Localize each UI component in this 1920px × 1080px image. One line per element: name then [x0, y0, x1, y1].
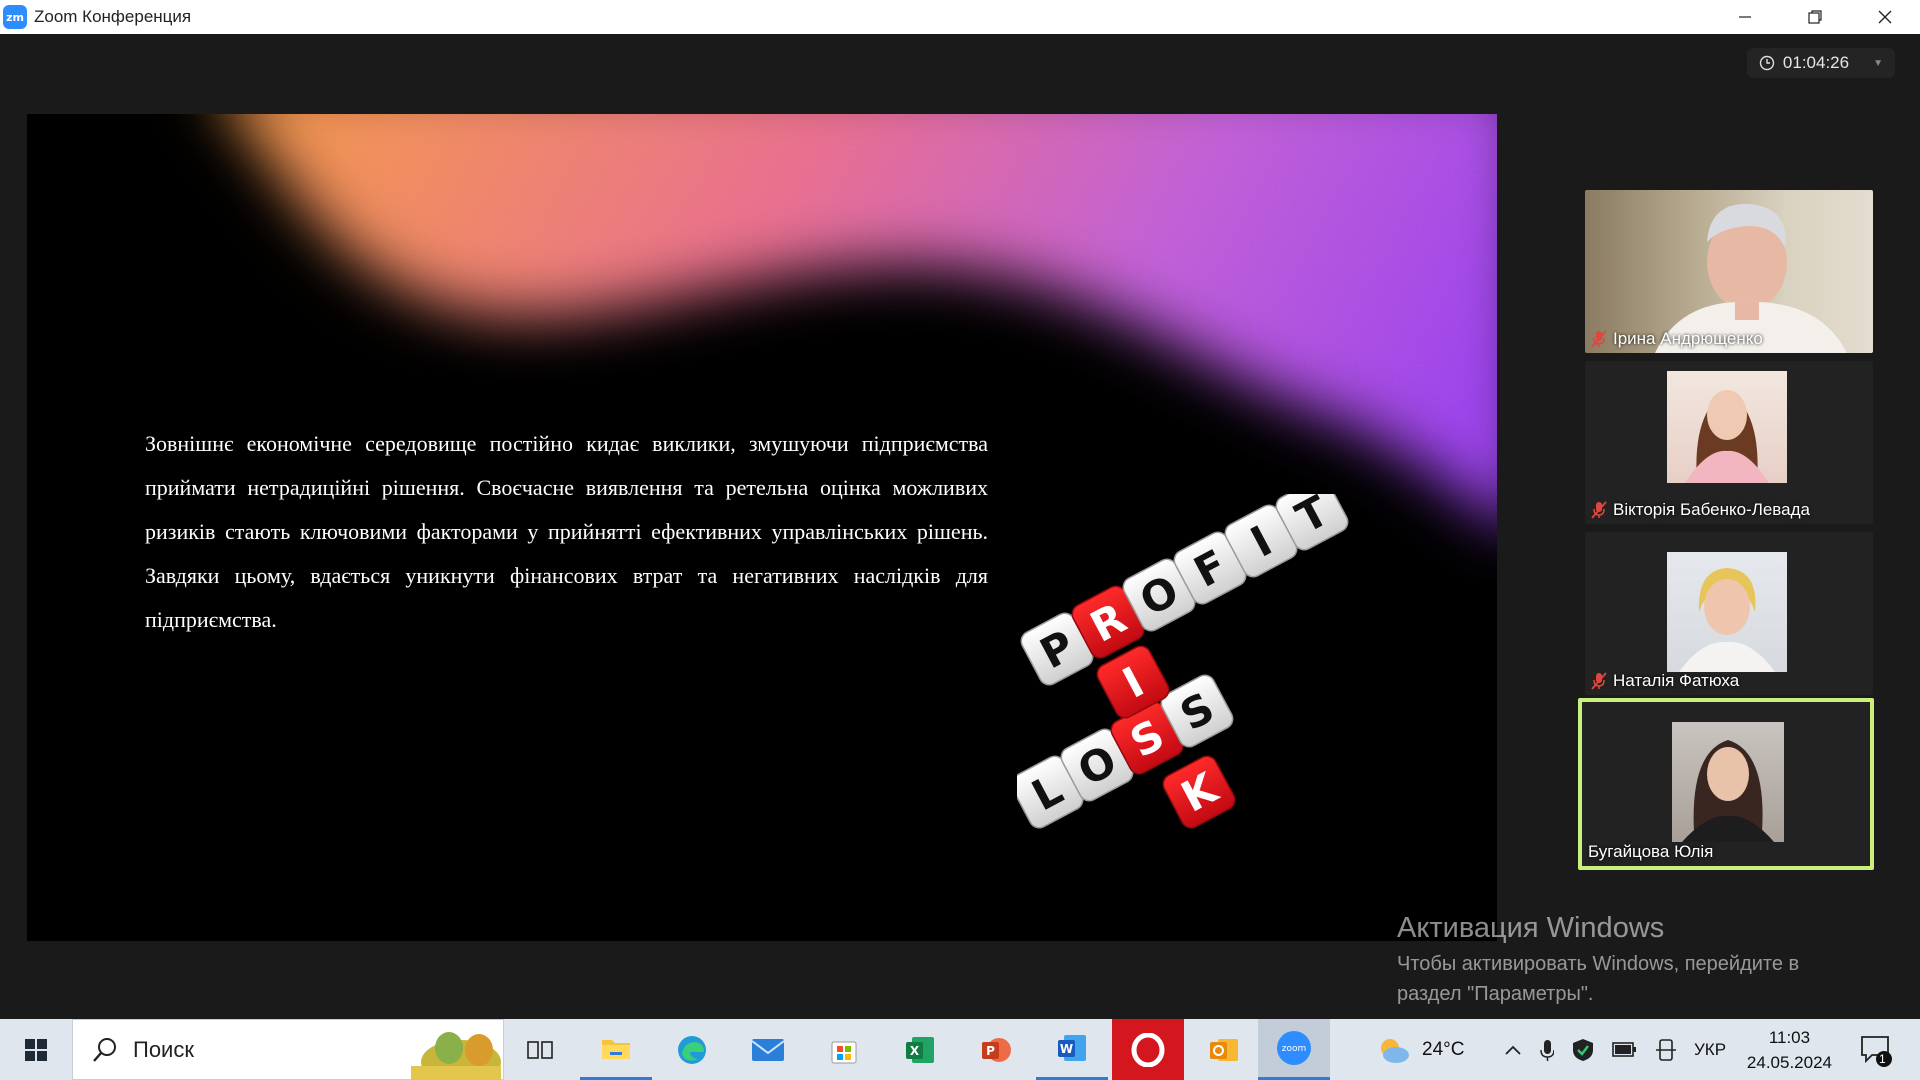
taskbar-clock[interactable]: 11:03 24.05.2024 [1747, 1025, 1832, 1075]
chevron-up-icon[interactable] [1504, 1043, 1522, 1057]
outlook-button[interactable] [1188, 1019, 1260, 1080]
muted-mic-icon [1591, 672, 1607, 690]
task-view-button[interactable] [504, 1019, 576, 1080]
search-highlight-illustration [411, 1032, 501, 1080]
clock-time: 11:03 [1768, 1028, 1811, 1047]
windows-logo-icon [25, 1038, 47, 1061]
windows-taskbar: Поиск X P W zoom 24°C УКР 11:03 24.05.20… [0, 1019, 1920, 1080]
weather-widget[interactable]: 24°C [1374, 1019, 1464, 1080]
notification-count: 1 [1879, 1052, 1886, 1066]
powerpoint-button[interactable]: P [960, 1019, 1032, 1080]
search-icon [93, 1037, 116, 1062]
mail-button[interactable] [732, 1019, 804, 1080]
slide-body-text: Зовнішнє економічне середовище постійно … [145, 431, 988, 632]
window-title: Zoom Конференция [34, 7, 192, 26]
profit-risk-loss-dice-image: P RO F I TL OS SIK [1017, 494, 1349, 829]
close-icon [1878, 10, 1892, 24]
svg-text:W: W [1060, 1042, 1073, 1056]
store-icon [831, 1041, 857, 1063]
opera-icon [1131, 1032, 1165, 1067]
weather-partly-cloudy-icon [1381, 1038, 1409, 1063]
clock-icon [1759, 55, 1775, 71]
minimize-button[interactable] [1710, 0, 1780, 34]
notification-center-button[interactable]: 1 [1858, 1019, 1892, 1080]
folder-icon [602, 1040, 630, 1059]
clock-date: 24.05.2024 [1746, 1053, 1832, 1072]
store-button[interactable] [808, 1019, 880, 1080]
word-icon: W [1058, 1035, 1086, 1061]
taskbar-search-box[interactable]: Поиск [72, 1019, 504, 1080]
excel-button[interactable]: X [884, 1019, 956, 1080]
battery-icon[interactable] [1612, 1040, 1638, 1060]
participant-name: Бугайцова Юлія [1588, 842, 1714, 861]
muted-mic-icon [1591, 501, 1607, 519]
restore-icon [1808, 10, 1822, 24]
edge-button[interactable] [656, 1019, 728, 1080]
participant-photo [1685, 390, 1769, 483]
outlook-icon [1210, 1038, 1238, 1061]
restore-button[interactable] [1780, 0, 1850, 34]
participant-avatar [1667, 371, 1787, 483]
elapsed-time: 01:04:26 [1782, 53, 1850, 72]
shared-screen-slide: Зовнішнє економічне середовище постійно … [27, 114, 1497, 941]
participant-photo [1682, 740, 1774, 842]
edge-icon [678, 1035, 706, 1064]
input-language[interactable]: УКР [1694, 1040, 1726, 1060]
security-shield-icon[interactable] [1572, 1038, 1594, 1062]
svg-text:zoom: zoom [1282, 1044, 1307, 1054]
weather-temperature: 24°C [1422, 1038, 1465, 1060]
start-button[interactable] [0, 1019, 72, 1080]
powerpoint-icon: P [982, 1037, 1011, 1062]
participant-avatar [1672, 722, 1784, 842]
window-title-bar: zm Zoom Конференция [0, 0, 1920, 34]
svg-text:X: X [910, 1044, 920, 1058]
participant-tile[interactable]: Ірина Андрющенко [1585, 190, 1873, 353]
mail-icon [751, 1038, 785, 1061]
die-risk-k: K [1162, 755, 1236, 829]
participant-photo [1679, 568, 1775, 672]
notification-icon [1861, 1035, 1892, 1067]
muted-mic-icon [1591, 330, 1607, 348]
file-explorer-button[interactable] [580, 1019, 652, 1080]
device-link-icon[interactable] [1656, 1038, 1676, 1061]
system-tray: УКР [1504, 1019, 1726, 1080]
zoom-app-icon: zoom [1277, 1031, 1311, 1065]
svg-text:P: P [986, 1044, 995, 1058]
word-button[interactable]: W [1036, 1019, 1108, 1080]
opera-button[interactable] [1112, 1019, 1184, 1080]
search-placeholder: Поиск [133, 1036, 194, 1062]
windows-activation-watermark: Активация Windows Чтобы активировать Win… [1397, 912, 1800, 1005]
participant-avatar [1667, 552, 1787, 672]
excel-icon: X [906, 1036, 934, 1063]
participant-name: Вікторія Бабенко-Левада [1591, 500, 1810, 520]
participant-name: Ірина Андрющенко [1591, 329, 1763, 349]
chevron-down-icon: ▼ [1873, 57, 1883, 69]
microphone-icon[interactable] [1540, 1038, 1554, 1062]
participant-name: Наталія Фатюха [1591, 671, 1739, 691]
zoom-logo-icon: zm [3, 5, 27, 29]
task-view-icon [527, 1040, 553, 1059]
meeting-area: 01:04:26 ▼ Зовнішнє економічне середовищ… [0, 34, 1920, 1019]
active-speaker-tile[interactable]: Бугайцова Юлія [1578, 698, 1874, 870]
window-controls [1710, 0, 1920, 34]
participant-tile[interactable]: Наталія Фатюха [1585, 532, 1873, 695]
close-button[interactable] [1850, 0, 1920, 34]
zoom-taskbar-button[interactable]: zoom [1258, 1019, 1330, 1080]
minimize-icon [1739, 16, 1751, 18]
participant-tile[interactable]: Вікторія Бабенко-Левада [1585, 361, 1873, 524]
meeting-timer[interactable]: 01:04:26 ▼ [1746, 48, 1895, 78]
